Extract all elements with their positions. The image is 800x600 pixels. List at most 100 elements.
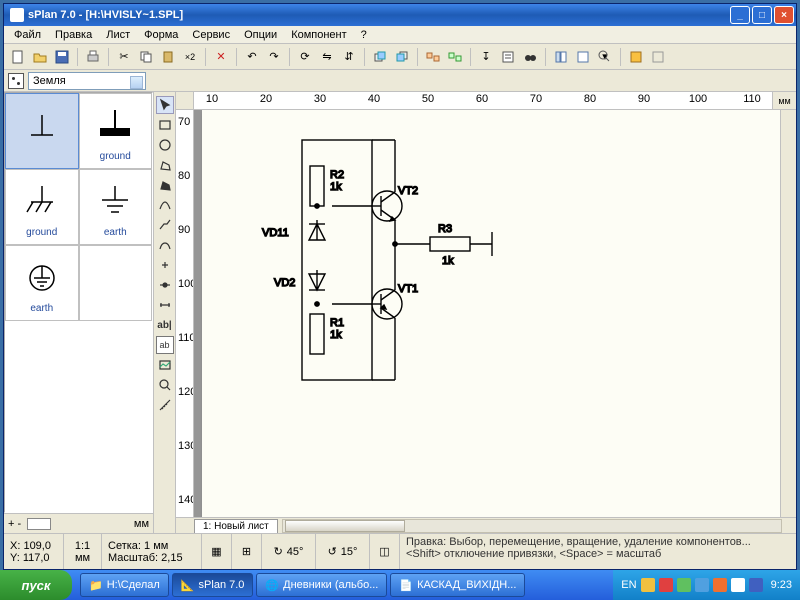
taskbar-item[interactable]: 📐sPlan 7.0 (172, 573, 254, 597)
open-button[interactable] (30, 47, 50, 67)
svg-text:VD11: VD11 (262, 227, 289, 239)
layout2-button[interactable] (573, 47, 593, 67)
layers-icon[interactable]: ◫ (379, 545, 389, 558)
redo-button[interactable]: ↷ (264, 47, 284, 67)
layout1-button[interactable] (551, 47, 571, 67)
status-hint1: Правка: Выбор, перемещение, вращение, уд… (406, 536, 790, 548)
color2-button[interactable] (648, 47, 668, 67)
zoomfit-button[interactable]: ▾ (595, 47, 615, 67)
tool-zoom[interactable] (156, 376, 174, 394)
tray-icon[interactable] (677, 578, 691, 592)
dup-button[interactable]: ×2 (180, 47, 200, 67)
tool-line[interactable] (156, 216, 174, 234)
tray-icon[interactable] (641, 578, 655, 592)
rotate-icon[interactable]: ↻ (274, 545, 283, 558)
tool-polyfill[interactable] (156, 176, 174, 194)
ruler-horizontal: 102030405060708090100110 мм (176, 92, 796, 110)
palette-item-chassis[interactable]: ground (5, 169, 79, 245)
minimize-button[interactable]: _ (730, 6, 750, 24)
taskbar-item[interactable]: 📄КАСКАД_ВИХІДН... (390, 573, 525, 597)
tool-bezier[interactable] (156, 236, 174, 254)
tool-image[interactable] (156, 356, 174, 374)
group-button[interactable] (423, 47, 443, 67)
tool-column: ab| ab (154, 92, 176, 533)
tool-curve[interactable] (156, 196, 174, 214)
menu-file[interactable]: Файл (8, 27, 47, 43)
tool-pointer[interactable] (156, 96, 174, 114)
coord-x: X: 109,0 (10, 540, 57, 552)
palette-item-ground-thick[interactable]: ground (79, 93, 153, 169)
drawing-canvas[interactable]: R2 1k R1 1k V (194, 110, 780, 517)
cut-button[interactable]: ✂ (114, 47, 134, 67)
clock[interactable]: 9:23 (771, 579, 792, 591)
front-button[interactable] (370, 47, 390, 67)
tray-icon[interactable] (731, 578, 745, 592)
close-button[interactable]: × (774, 6, 794, 24)
maximize-button[interactable]: □ (752, 6, 772, 24)
taskbar-item[interactable]: 🌐Дневники (альбо... (256, 573, 387, 597)
main-area: ground ground earth earth + - (4, 92, 796, 533)
new-button[interactable] (8, 47, 28, 67)
menu-service[interactable]: Сервис (186, 27, 236, 43)
library-dropdown[interactable]: Земля (28, 72, 146, 90)
start-button[interactable]: пуск (0, 570, 72, 600)
align-button[interactable]: ↧ (476, 47, 496, 67)
menu-sheet[interactable]: Лист (100, 27, 136, 43)
tool-textbox[interactable]: ab (156, 336, 174, 354)
menu-form[interactable]: Форма (138, 27, 184, 43)
menu-options[interactable]: Опции (238, 27, 283, 43)
zoom-plusminus[interactable]: + - (8, 518, 21, 530)
tool-rect[interactable] (156, 116, 174, 134)
back-button[interactable] (392, 47, 412, 67)
tool-special[interactable] (156, 256, 174, 274)
unit-label: мм (134, 518, 149, 530)
rotate2-icon[interactable]: ↺ (328, 545, 337, 558)
palette-item-earth-circle[interactable]: earth (5, 245, 79, 321)
tool-circle[interactable] (156, 136, 174, 154)
save-button[interactable] (52, 47, 72, 67)
tool-measure[interactable] (156, 396, 174, 414)
ungroup-button[interactable] (445, 47, 465, 67)
color-button[interactable] (626, 47, 646, 67)
menu-help[interactable]: ? (355, 27, 373, 43)
binoculars-button[interactable] (520, 47, 540, 67)
print-button[interactable] (83, 47, 103, 67)
palette-item-gnd[interactable] (5, 93, 79, 169)
horizontal-scrollbar[interactable]: 1: Новый лист (176, 517, 796, 533)
rotate-button[interactable]: ⟳ (295, 47, 315, 67)
palette-item-earth3[interactable]: earth (79, 169, 153, 245)
tool-node[interactable] (156, 276, 174, 294)
scale-ratio: 1:1 (75, 540, 90, 552)
grid-icon[interactable]: ▦ (211, 545, 221, 558)
palette-item-empty[interactable] (79, 245, 153, 321)
tool-text[interactable]: ab| (156, 316, 174, 334)
lang-indicator[interactable]: EN (621, 579, 636, 591)
tray-icon[interactable] (749, 578, 763, 592)
ruler-vertical: 708090100110120130140150 (176, 110, 194, 517)
random-icon[interactable] (8, 73, 24, 89)
list-button[interactable] (498, 47, 518, 67)
undo-button[interactable]: ↶ (242, 47, 262, 67)
fliph-button[interactable]: ⇋ (317, 47, 337, 67)
tool-dim[interactable] (156, 296, 174, 314)
menu-component[interactable]: Компонент (285, 27, 352, 43)
svg-text:1k: 1k (330, 329, 342, 341)
svg-text:1k: 1k (330, 181, 342, 193)
mag-label: Масштаб: 2,15 (108, 552, 195, 564)
tray-icon[interactable] (713, 578, 727, 592)
paste-button[interactable] (158, 47, 178, 67)
library-selected: Земля (33, 75, 66, 87)
tray-icon[interactable] (695, 578, 709, 592)
flipv-button[interactable]: ⇵ (339, 47, 359, 67)
menu-edit[interactable]: Правка (49, 27, 98, 43)
style-swatch[interactable] (27, 518, 51, 530)
delete-button[interactable]: ✕ (211, 47, 231, 67)
tool-poly[interactable] (156, 156, 174, 174)
copy-button[interactable] (136, 47, 156, 67)
sheet-tab[interactable]: 1: Новый лист (194, 519, 278, 533)
main-toolbar: ✂ ×2 ✕ ↶ ↷ ⟳ ⇋ ⇵ ↧ ▾ (4, 44, 796, 70)
taskbar-item[interactable]: 📁H:\Сделал (80, 573, 169, 597)
tray-icon[interactable] (659, 578, 673, 592)
snap-icon[interactable]: ⊞ (242, 545, 251, 558)
vertical-scrollbar[interactable] (780, 110, 796, 517)
